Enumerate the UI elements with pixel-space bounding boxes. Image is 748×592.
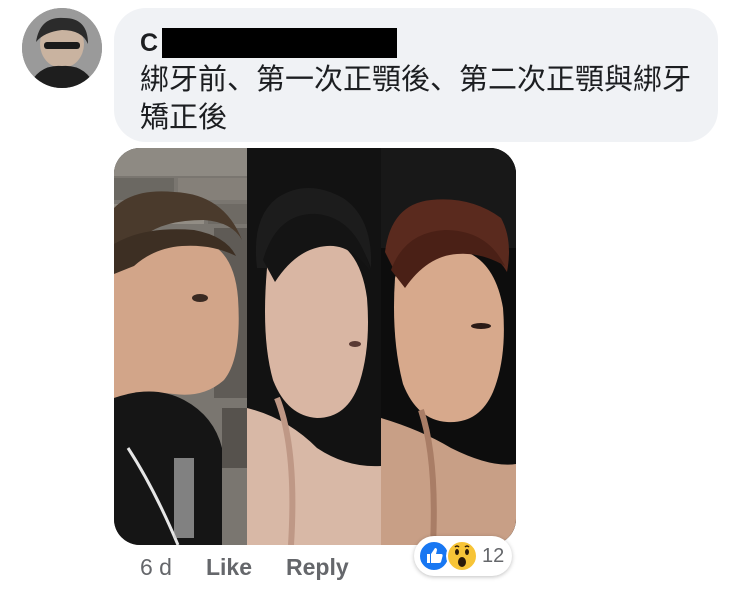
avatar-image bbox=[22, 8, 102, 88]
reply-button[interactable]: Reply bbox=[286, 554, 349, 581]
comment-text: 綁牙前、第一次正顎後、第二次正顎與綁牙矯正後 bbox=[140, 62, 692, 134]
like-button[interactable]: Like bbox=[206, 554, 252, 581]
reaction-count: 12 bbox=[482, 544, 505, 567]
redaction-bar bbox=[162, 28, 398, 58]
comment-photo[interactable] bbox=[114, 148, 516, 545]
wow-icon bbox=[446, 540, 478, 572]
photo-panel-before bbox=[114, 148, 247, 545]
comment-bubble: C 綁牙前、第一次正顎後、第二次正顎與綁牙矯正後 bbox=[114, 8, 718, 142]
author-name[interactable]: C bbox=[140, 29, 158, 58]
comment-timestamp[interactable]: 6 d bbox=[140, 554, 172, 581]
avatar[interactable] bbox=[22, 8, 102, 88]
reactions-summary[interactable]: 12 bbox=[414, 536, 513, 576]
comment-actions: 6 d Like Reply bbox=[140, 552, 349, 582]
photo-panel-first-surgery bbox=[247, 148, 381, 545]
comment-author[interactable]: C bbox=[140, 28, 398, 58]
photo-panel-after bbox=[381, 148, 516, 545]
